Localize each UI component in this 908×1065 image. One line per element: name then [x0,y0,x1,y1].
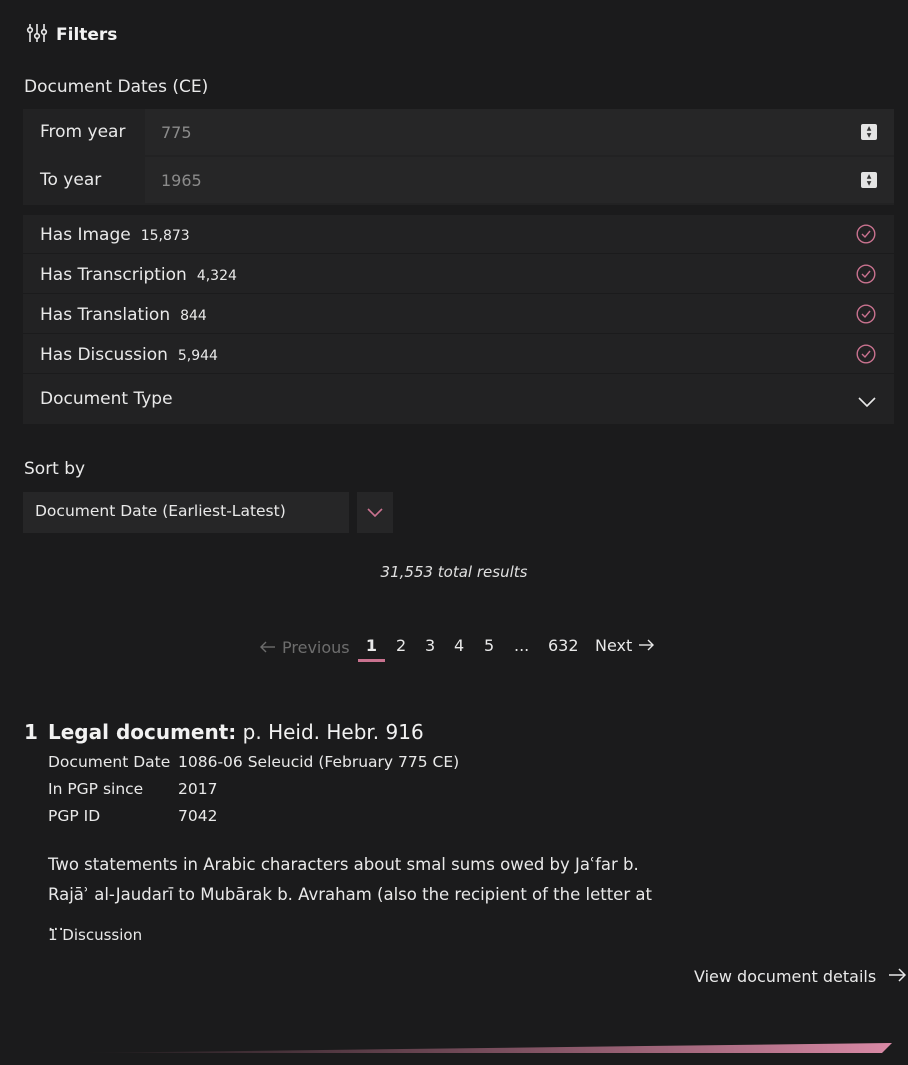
page-link[interactable]: 2 [396,636,406,655]
meta-row: Document Date 1086-06 Seleucid (February … [48,753,459,771]
check-circle-icon[interactable] [856,344,876,368]
document-type: Legal document: [48,720,237,744]
to-year-input[interactable] [145,157,894,203]
previous-page-link[interactable]: Previous [260,638,350,657]
meta-value: 7042 [178,807,218,825]
result-title[interactable]: Legal document: p. Heid. Hebr. 916 [48,720,424,744]
chevron-down-icon [367,503,383,522]
document-type-dropdown[interactable]: Document Type [23,375,894,424]
filters-toggle[interactable]: Filters [26,22,117,48]
arrow-left-icon [260,638,276,657]
pagination: Previous 1 2 3 4 5 ... 632 Next [0,633,908,663]
from-year-row: From year ▲▼ [23,109,894,156]
filters-title: Filters [56,25,118,45]
arrow-right-icon [888,967,907,986]
meta-key: Document Date [48,753,171,771]
shelfmark: p. Heid. Hebr. 916 [242,720,424,744]
filter-has-translation[interactable]: Has Translation 844 [23,295,894,334]
meta-row: In PGP since 2017 [48,780,217,798]
total-results: 31,553 total results [380,563,528,581]
from-year-label: From year [40,122,126,142]
chevron-down-icon [858,393,876,412]
filter-label: Has Image [40,225,131,245]
result-number: 1 [24,720,38,744]
arrow-right-icon [638,636,655,655]
page-link-current[interactable]: 1 [358,636,385,662]
checkbox-filters-panel: Has Image 15,873 Has Transcription 4,324 H… [23,215,894,424]
document-type-label: Document Type [40,389,173,409]
filter-count: 4,324 [196,268,237,284]
check-circle-icon[interactable] [856,304,876,328]
filter-label: Has Translation [40,305,171,325]
previous-label: Previous [282,638,350,657]
filter-has-transcription[interactable]: Has Transcription 4,324 [23,255,894,294]
to-year-row: To year ▲▼ [23,157,894,204]
to-year-label: To year [40,170,102,190]
next-label: Next [595,636,633,655]
meta-value: 1086-06 Seleucid (February 775 CE) [178,753,460,771]
page-link[interactable]: 5 [484,636,494,655]
meta-key: PGP ID [48,807,101,825]
page-ellipsis: ... [514,636,530,655]
check-circle-icon[interactable] [856,224,876,248]
meta-key: In PGP since [48,780,144,798]
filter-label: Has Transcription [40,265,187,285]
discussion-count: 1 Discussion [48,926,143,944]
filter-has-image[interactable]: Has Image 15,873 [23,215,894,254]
view-details-label: View document details [694,967,877,986]
next-page-link[interactable]: Next [595,636,655,655]
date-range-panel: From year ▲▼ To year ▲▼ [23,109,894,205]
document-dates-label: Document Dates (CE) [24,77,209,97]
sort-dropdown-button[interactable] [357,492,393,533]
page-link[interactable]: 3 [425,636,435,655]
filter-has-discussion[interactable]: Has Discussion 5,944 [23,335,894,374]
sort-label: Sort by [24,459,86,479]
page-link[interactable]: 4 [454,636,464,655]
meta-row: PGP ID 7042 [48,807,217,825]
page-link[interactable]: 632 [548,636,579,655]
sliders-icon [26,22,48,48]
from-year-stepper[interactable]: ▲ ▼ [861,124,877,140]
decorative-divider [0,1040,908,1059]
view-document-details-link[interactable]: View document details [694,967,907,986]
filter-count: 844 [180,308,207,324]
to-year-stepper[interactable]: ▲ ▼ [861,172,877,188]
filter-count: 15,873 [140,228,190,244]
meta-value: 2017 [178,780,218,798]
from-year-input[interactable] [145,109,894,155]
check-circle-icon[interactable] [856,264,876,288]
filter-count: 5,944 [177,348,218,364]
filter-label: Has Discussion [40,345,168,365]
sort-select[interactable]: Document Date (Earliest-Latest) [23,492,349,533]
